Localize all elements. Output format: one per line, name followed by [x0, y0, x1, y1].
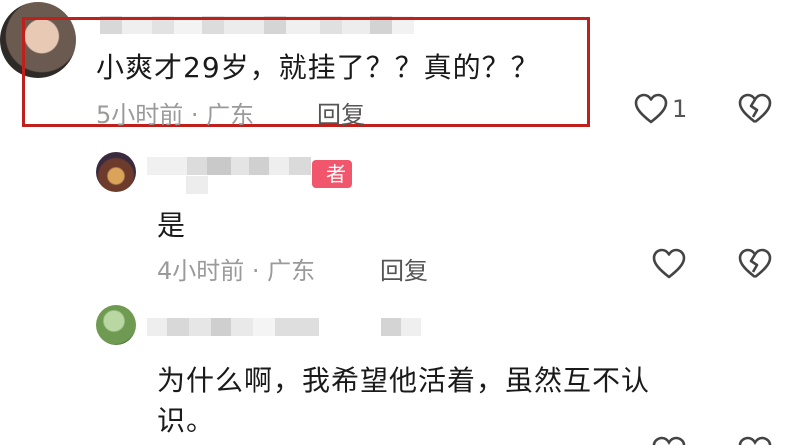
reply-button[interactable]: 回复	[380, 251, 428, 286]
broken-heart-icon[interactable]	[738, 248, 772, 280]
comment-meta: 5小时前 · 广东	[96, 101, 255, 129]
comment-text: 是	[157, 209, 187, 242]
heart-outline-icon[interactable]	[652, 436, 686, 445]
comment-text-line2: 识。	[157, 404, 216, 437]
author-badge: 者	[312, 160, 352, 188]
comment-text: 小爽才29岁，就挂了？？真的？？	[96, 51, 540, 84]
username-blurred[interactable]	[147, 157, 311, 175]
like-count: 1	[672, 95, 688, 123]
username-blurred-lower	[186, 176, 208, 194]
comment-text: 为什么啊，我希望他活着，虽然互不认	[157, 364, 651, 397]
reply-button[interactable]: 回复	[317, 95, 365, 130]
username-blurred[interactable]	[147, 318, 421, 336]
avatar[interactable]	[96, 305, 136, 345]
heart-outline-icon[interactable]	[634, 93, 668, 125]
broken-heart-icon[interactable]	[738, 93, 772, 125]
comment-meta: 4小时前 · 广东	[157, 257, 316, 285]
heart-outline-icon[interactable]	[652, 248, 686, 280]
broken-heart-icon[interactable]	[738, 436, 772, 445]
avatar[interactable]	[96, 152, 136, 192]
